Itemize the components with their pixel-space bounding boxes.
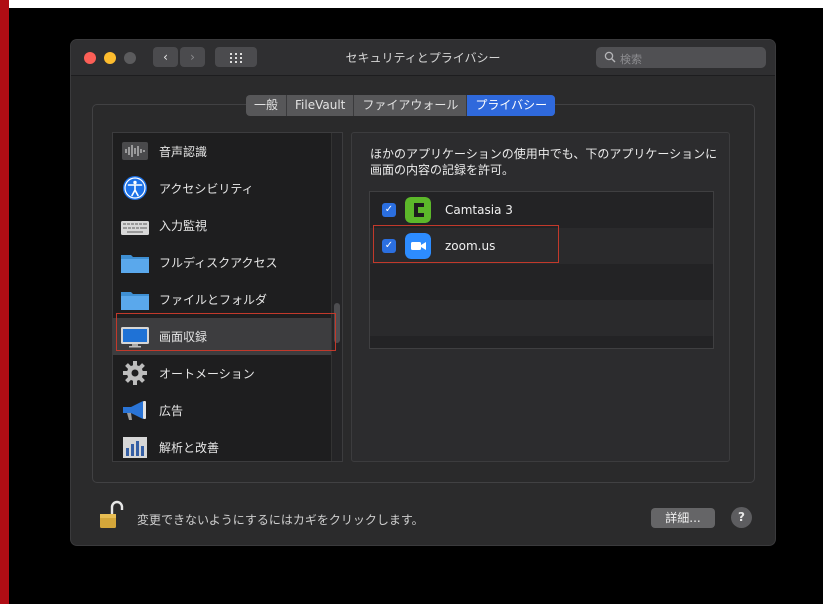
gear-icon bbox=[123, 361, 147, 385]
waveform-icon bbox=[122, 142, 148, 160]
left-red-border bbox=[0, 0, 9, 604]
tab-bar: 一般 FileVault ファイアウォール プライバシー bbox=[246, 95, 556, 116]
chart-icon bbox=[123, 437, 147, 458]
unlocked-padlock-icon[interactable] bbox=[98, 500, 124, 530]
sidebar-item-analytics[interactable]: 解析と改善 bbox=[113, 429, 331, 461]
folder-icon bbox=[121, 292, 149, 310]
app-list: ✓ Camtasia 3 ✓ zoom.us bbox=[369, 191, 714, 349]
privacy-category-list: 音声認識 アクセシビリティ 入力監視 フルディスクアクセス ファイルとフォルダ … bbox=[112, 132, 343, 462]
search-placeholder: 検索 bbox=[620, 53, 642, 66]
search-field[interactable]: 検索 bbox=[596, 47, 766, 68]
sidebar-item-full-disk-access[interactable]: フルディスクアクセス bbox=[113, 244, 331, 281]
tab-filevault[interactable]: FileVault bbox=[287, 95, 355, 116]
sidebar-item-label: フルディスクアクセス bbox=[159, 256, 278, 270]
sidebar-item-label: 入力監視 bbox=[159, 219, 208, 233]
sidebar-item-label: 解析と改善 bbox=[159, 441, 220, 455]
keyboard-icon bbox=[121, 221, 149, 235]
tab-general[interactable]: 一般 bbox=[246, 95, 288, 116]
sidebar-item-input-monitoring[interactable]: 入力監視 bbox=[113, 207, 331, 244]
sidebar-item-label: アクセシビリティ bbox=[159, 182, 254, 196]
sidebar-item-speech-recognition[interactable]: 音声認識 bbox=[113, 133, 331, 170]
top-white-border bbox=[9, 0, 823, 8]
app-row-camtasia[interactable]: ✓ Camtasia 3 bbox=[370, 192, 713, 228]
panel-description: ほかのアプリケーションの使用中でも、下のアプリケーションに画面の内容の記録を許可… bbox=[370, 147, 718, 177]
search-icon bbox=[604, 51, 616, 63]
screen-recording-panel: ほかのアプリケーションの使用中でも、下のアプリケーションに画面の内容の記録を許可… bbox=[351, 132, 730, 462]
empty-row bbox=[370, 300, 713, 336]
sidebar-item-label: ファイルとフォルダ bbox=[159, 293, 268, 307]
sidebar-scrollbar[interactable] bbox=[331, 133, 342, 461]
camtasia-checkbox[interactable]: ✓ bbox=[382, 203, 396, 217]
sidebar-item-label: 音声認識 bbox=[159, 145, 208, 159]
help-button[interactable]: ? bbox=[731, 507, 752, 528]
lock-instruction-text: 変更できないようにするにはカギをクリックします。 bbox=[137, 513, 424, 527]
sidebar-item-label: 広告 bbox=[159, 404, 184, 418]
folder-icon bbox=[121, 255, 149, 273]
sidebar-item-label: オートメーション bbox=[159, 367, 255, 381]
accessibility-icon bbox=[123, 176, 147, 200]
sidebar-item-advertising[interactable]: 広告 bbox=[113, 392, 331, 429]
title-bar: ‹ › セキュリティとプライバシー 検索 bbox=[71, 40, 775, 76]
empty-row bbox=[370, 264, 713, 300]
app-name: Camtasia 3 bbox=[445, 203, 513, 217]
advanced-button[interactable]: 詳細... bbox=[651, 508, 715, 528]
tab-privacy[interactable]: プライバシー bbox=[467, 95, 556, 116]
highlight-box-screen-recording bbox=[116, 313, 336, 351]
sidebar-item-accessibility[interactable]: アクセシビリティ bbox=[113, 170, 331, 207]
camtasia-icon bbox=[405, 197, 431, 223]
preferences-window: ‹ › セキュリティとプライバシー 検索 一般 FileVault ファイアウォ… bbox=[71, 40, 775, 545]
megaphone-icon bbox=[123, 401, 146, 420]
tab-firewall[interactable]: ファイアウォール bbox=[354, 95, 468, 116]
sidebar-item-automation[interactable]: オートメーション bbox=[113, 355, 331, 392]
highlight-box-zoom bbox=[373, 225, 559, 263]
